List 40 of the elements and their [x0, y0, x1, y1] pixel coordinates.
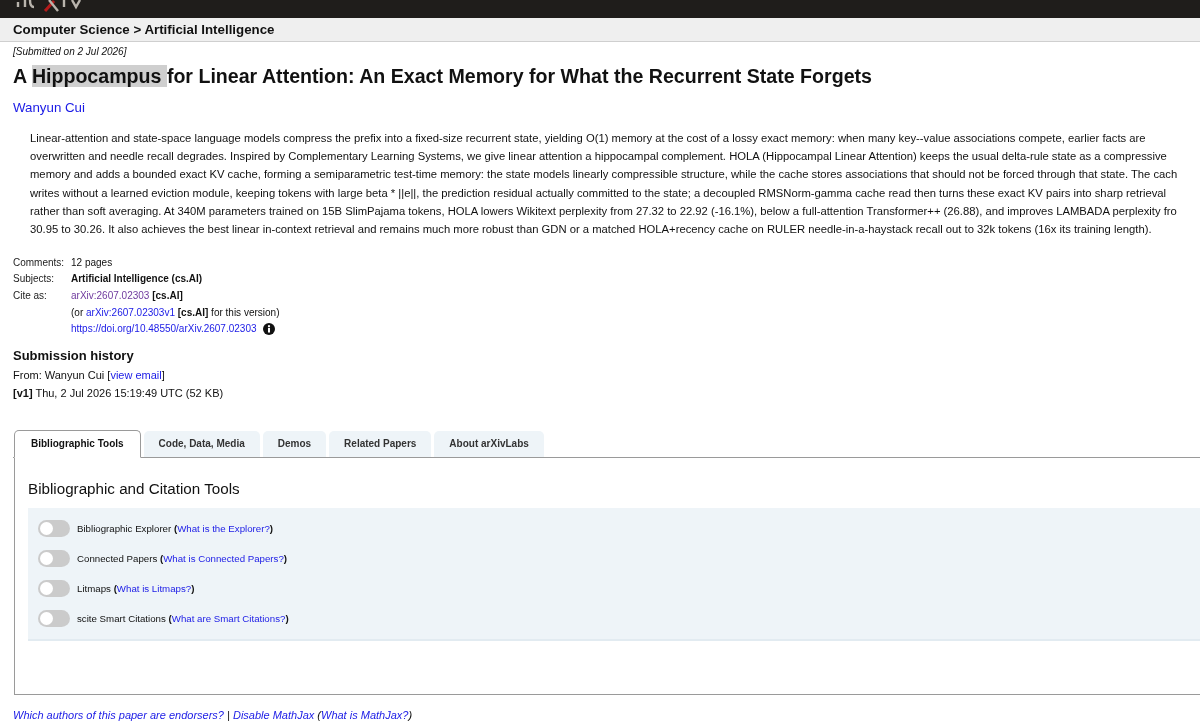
submission-date: [Submitted on 2 Jul 2026] — [13, 46, 127, 58]
tab[interactable]: Code, Data, Media — [143, 430, 260, 457]
toggle-switch[interactable] — [38, 519, 70, 537]
mathjax-help-link[interactable]: What is MathJax? — [321, 708, 409, 721]
toggle-switch[interactable] — [38, 549, 70, 567]
meta-value: 12 pages — [71, 255, 113, 270]
tab[interactable]: Demos — [262, 430, 327, 457]
tab[interactable]: Bibliographic Tools — [14, 429, 141, 458]
paper-title: A Hippocampus for Linear Attention: An Exact Memory for What the Recurrent State Forgets — [13, 64, 872, 89]
citation-text: (or arXiv:2607.02303v1 [cs.AI] for this version) — [71, 305, 280, 320]
version-entry: [v1] Thu, 2 Jul 2026 15:19:49 UTC (52 KB) — [13, 385, 224, 401]
help-link[interactable]: What is Connected Papers? — [163, 552, 284, 564]
history-from-text: From: Wanyun Cui [view email] — [13, 367, 165, 383]
toggle-switch[interactable] — [38, 579, 70, 597]
endorsers-link[interactable]: Which authors of this paper are endorsers? — [13, 708, 224, 721]
footer-text: Which authors of this paper are endorsers? | Disable MathJax (What is MathJax?) — [13, 707, 413, 722]
breadcrumb-text: Computer Science > Artificial Intelligence — [13, 21, 275, 38]
arxiv-id-link[interactable]: arXiv:2607.02303 — [71, 289, 150, 301]
tool-label: scite Smart Citations (What are Smart Citations?) — [77, 611, 289, 626]
tool-label: Connected Papers (What is Connected Papers?) — [77, 551, 288, 566]
doi-link[interactable]: https://doi.org/10.48550/arXiv.2607.02303 — [71, 321, 257, 338]
toggle-switch[interactable] — [38, 609, 70, 627]
tool-label: Litmaps (What is Litmaps?) — [77, 581, 195, 596]
version-link[interactable]: arXiv:2607.02303v1 — [86, 306, 175, 318]
section-heading: Submission history — [13, 347, 134, 364]
tab[interactable]: Related Papers — [329, 430, 432, 457]
meta-label: Cite as: — [13, 288, 47, 303]
info-icon[interactable] — [262, 323, 275, 336]
meta-label: Comments: — [13, 255, 65, 270]
panel-heading: Bibliographic and Citation Tools — [28, 478, 241, 499]
author-link[interactable]: Wanyun Cui — [13, 100, 85, 116]
tool-label: Bibliographic Explorer (What is the Explorer?) — [77, 521, 273, 536]
help-link[interactable]: What is the Explorer? — [177, 522, 270, 534]
abstract-text: Linear-attention and state-space language models compress the prefix into a fixed-size recurrent state, yielding O(1) memory at the cost of a lossy exact memory: when many key--value associations compete, earlier facts are overwritten and needle recall degrades. Inspired by Complementary Learning Systems, we give linear attention a hippocampal complement. HOLA (Hippocampal Linear Attention) keeps the usual delta-rule state as a compressive memory and adds a bounded exact KV cache, forming a semiparametric test-time memory: the state models linearly compressible structure, while the cache stores associations that should not be forced through that state. The cach writes without a learned eviction module, keeping tokens with large beta * ||e||, the prediction residual actually committed to the state; a decoupled RMSNorm-gamma cache read then turns these exact KV pairs into sharp retrieval rather than soft averaging. At 340M parameters trained on 15B SlimPajama tokens, HOLA lowers Wikitext perplexity from 27.32 to 22.92 (-16.1%), below a full-attention Transformer++ (26.88), and improves LAMBADA perplexity fro 30.95 to 30.26. It also achieves the best linear in-context retrieval and remains much more robust than GDN or a matched HOLA+recency cache on RULER needle-in-a-haystack recall out to 32k tokens (16x its training length). — [30, 131, 1178, 237]
citation-text: arXiv:2607.02303 [cs.AI] — [71, 288, 183, 303]
mathjax-toggle-link[interactable]: Disable MathJax — [232, 708, 315, 721]
meta-label: Subjects: — [13, 272, 55, 287]
tab[interactable]: About arXivLabs — [434, 430, 544, 457]
view-email-link[interactable]: view email — [110, 368, 162, 381]
meta-value: Artificial Intelligence (cs.AI) — [71, 272, 203, 287]
